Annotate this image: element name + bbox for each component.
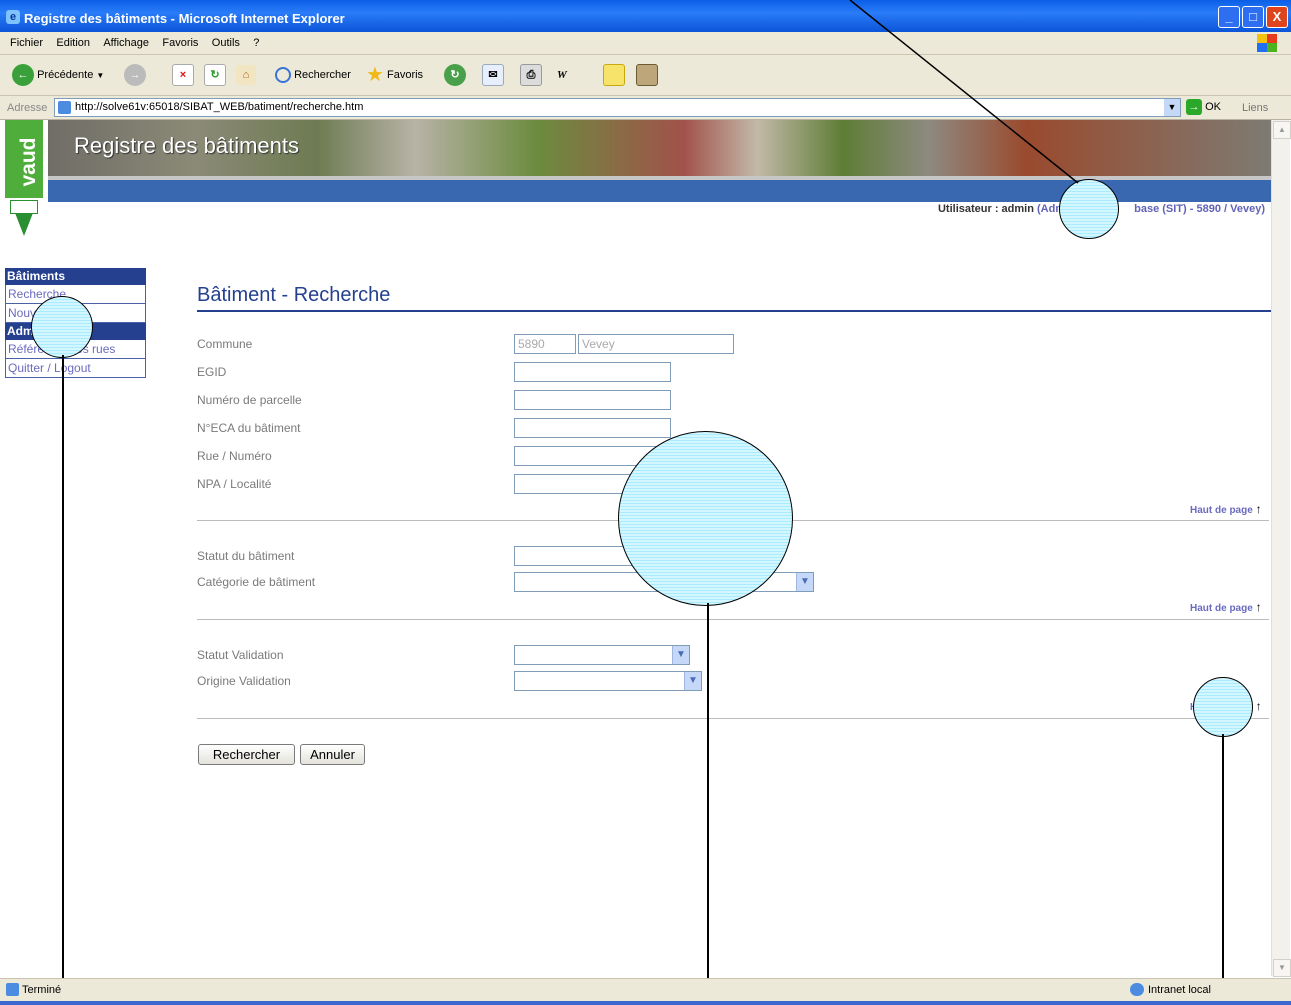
scroll-down-icon[interactable]: ▼ — [1273, 959, 1291, 977]
taskbar-edge — [0, 1001, 1291, 1005]
status-text: Terminé — [22, 984, 62, 996]
scroll-up-icon[interactable]: ▲ — [1273, 121, 1291, 139]
status-bar: Terminé Intranet local — [0, 978, 1291, 1001]
vertical-scrollbar[interactable]: ▲ ▼ — [1271, 120, 1291, 977]
annotation-overlay — [849, 0, 1079, 184]
page-done-icon — [6, 983, 19, 996]
annotation-line-user — [849, 0, 1079, 184]
intranet-icon — [1130, 983, 1144, 996]
security-zone: Intranet local — [1148, 984, 1211, 996]
